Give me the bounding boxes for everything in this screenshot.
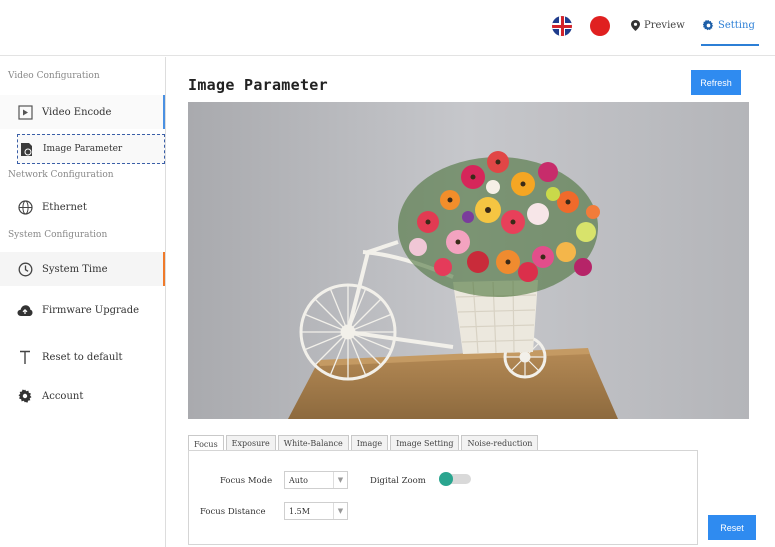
top-bar: Preview Setting [0, 0, 775, 56]
settings-tabs: Focus Exposure White-Balance Image Image… [188, 435, 540, 452]
sidebar-item-label: Reset to default [42, 351, 123, 363]
cloud-upload-icon [17, 302, 33, 318]
section-title-system: System Configuration [8, 230, 108, 240]
gear-icon [17, 388, 33, 404]
reset-button[interactable]: Reset [708, 515, 756, 540]
tab-image[interactable]: Image [350, 435, 389, 451]
sidebar-item-video-encode[interactable]: Video Encode [0, 95, 165, 129]
tab-white-balance[interactable]: White-Balance [277, 435, 349, 451]
reset-icon [17, 349, 33, 365]
tab-noise-reduction[interactable]: Noise-reduction [461, 435, 539, 451]
sidebar-item-firmware-upgrade[interactable]: Firmware Upgrade [0, 293, 165, 327]
sidebar-item-label: System Time [42, 263, 108, 275]
digital-zoom-label: Digital Zoom [370, 476, 426, 486]
nav-preview-label: Preview [644, 20, 685, 31]
clock-icon [17, 261, 33, 277]
sidebar-item-ethernet[interactable]: Ethernet [0, 190, 165, 224]
sidebar-item-label: Firmware Upgrade [42, 304, 140, 316]
focus-distance-value: 1.5M [289, 506, 310, 516]
pin-icon [631, 20, 640, 31]
chevron-down-icon: ▼ [333, 503, 347, 519]
nav-setting[interactable]: Setting [703, 20, 755, 31]
gear-icon [703, 20, 714, 31]
sidebar-item-label: Account [42, 390, 84, 402]
sidebar-item-label: Ethernet [42, 201, 87, 213]
focus-distance-select[interactable]: 1.5M ▼ [284, 502, 348, 520]
tab-image-setting[interactable]: Image Setting [390, 435, 460, 451]
focus-distance-label: Focus Distance [200, 507, 266, 517]
video-icon [17, 104, 33, 120]
china-flag-icon[interactable] [590, 16, 610, 36]
digital-zoom-toggle[interactable] [439, 472, 471, 486]
focus-mode-select[interactable]: Auto ▼ [284, 471, 348, 489]
sidebar-item-label: Image Parameter [43, 144, 123, 154]
nav-preview[interactable]: Preview [631, 20, 685, 31]
uk-flag-icon[interactable] [552, 16, 572, 36]
focus-panel [188, 450, 698, 545]
nav-setting-label: Setting [718, 20, 755, 31]
sidebar: Video Configuration Video Encode Image P… [0, 57, 166, 547]
sidebar-item-reset-default[interactable]: Reset to default [0, 340, 165, 374]
chevron-down-icon: ▼ [333, 472, 347, 488]
camera-icon [18, 141, 34, 157]
globe-icon [17, 199, 33, 215]
tab-exposure[interactable]: Exposure [225, 435, 276, 451]
focus-mode-label: Focus Mode [220, 476, 273, 486]
page-title: Image Parameter [188, 76, 328, 94]
sidebar-item-image-parameter[interactable]: Image Parameter [17, 134, 165, 164]
focus-mode-value: Auto [289, 475, 308, 485]
camera-preview-image [188, 102, 749, 419]
sidebar-item-system-time[interactable]: System Time [0, 252, 165, 286]
refresh-button[interactable]: Refresh [691, 70, 741, 95]
sidebar-item-account[interactable]: Account [0, 379, 165, 413]
active-nav-indicator [701, 44, 759, 46]
sidebar-item-label: Video Encode [42, 106, 112, 118]
section-title-network: Network Configuration [8, 170, 114, 180]
section-title-video: Video Configuration [8, 71, 100, 81]
